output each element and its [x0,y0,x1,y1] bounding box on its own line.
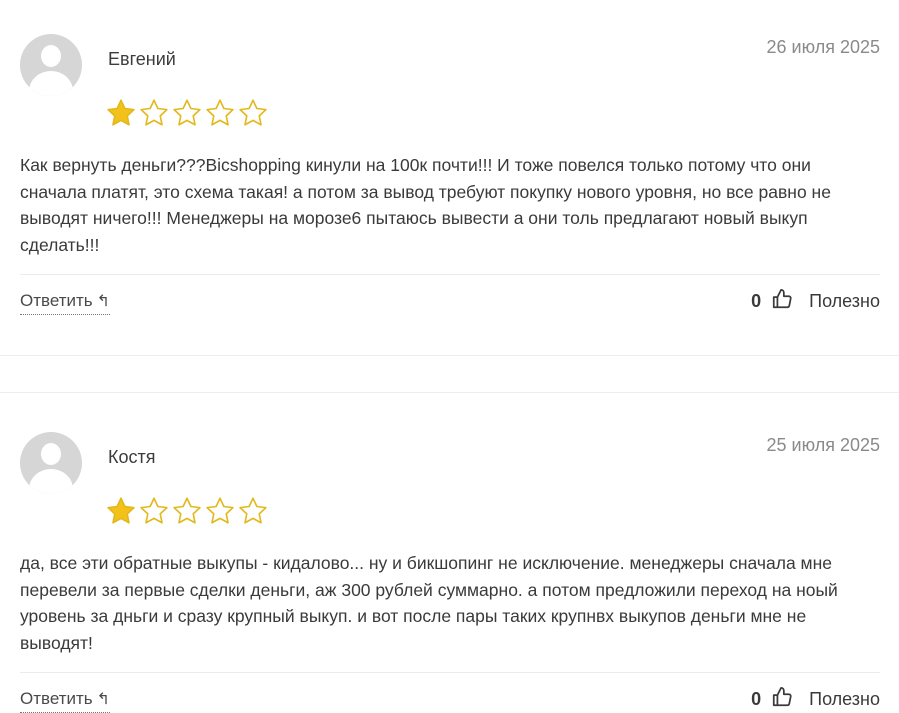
star-filled-icon [106,98,136,128]
user-avatar-icon [20,34,82,96]
reply-label: Ответить [20,689,93,708]
useful-widget: 0 Полезно [751,288,880,315]
review-author: Евгений [108,49,176,69]
star-empty-icon [205,98,235,128]
reply-arrow-icon: ↰ [96,691,111,708]
star-empty-icon [205,496,235,526]
reply-arrow-icon: ↰ [96,293,111,310]
star-empty-icon [139,496,169,526]
useful-count: 0 [751,291,762,311]
reply-button[interactable]: Ответить ↰ [20,689,111,713]
reply-label: Ответить [20,291,93,310]
star-filled-icon [106,496,136,526]
section-separator [0,355,899,356]
review-text: да, все эти обратные выкупы - кидалово..… [20,553,838,653]
useful-button[interactable]: Полезно [809,291,880,312]
user-avatar-icon [20,432,82,494]
review-date: 26 июля 2025 [766,37,880,57]
divider [20,672,880,673]
star-rating [106,98,268,128]
useful-button[interactable]: Полезно [809,689,880,710]
reply-button[interactable]: Ответить ↰ [20,291,111,315]
useful-widget: 0 Полезно [751,686,880,713]
review-text: Как вернуть деньги???Bicshopping кинули … [20,155,831,255]
star-empty-icon [238,496,268,526]
review-date: 25 июля 2025 [766,435,880,455]
review-author: Костя [108,447,156,467]
useful-count: 0 [751,689,762,709]
divider [20,274,880,275]
star-empty-icon [172,98,202,128]
section-separator [0,392,899,393]
star-empty-icon [238,98,268,128]
thumbs-up-icon[interactable] [771,288,793,315]
thumbs-up-icon[interactable] [771,686,793,713]
star-rating [106,496,268,526]
star-empty-icon [172,496,202,526]
star-empty-icon [139,98,169,128]
